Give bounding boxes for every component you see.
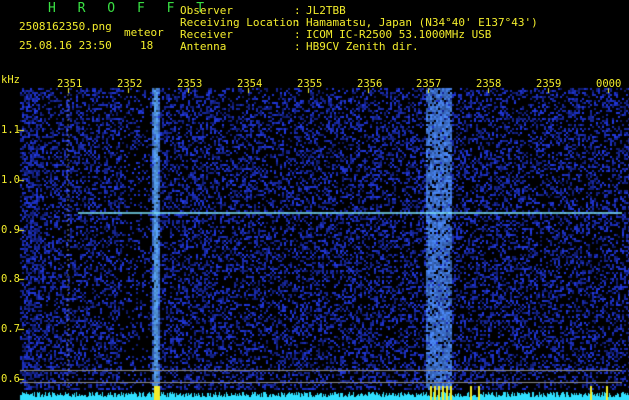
freq-tick: 1.1 <box>1 124 20 136</box>
image-filename: 2508162350.png <box>19 20 112 33</box>
antenna-sep: : <box>294 40 301 53</box>
time-tick: 2355 <box>297 78 323 90</box>
header-panel: H R O F F T 2508162350.png 25.08.16 23:5… <box>0 0 629 74</box>
freq-tick: 0.9 <box>1 224 20 236</box>
time-tick: 2353 <box>177 78 203 90</box>
time-tick: 2358 <box>476 78 502 90</box>
freq-tick: 0.6 <box>1 373 20 385</box>
time-tick: 2354 <box>237 78 263 90</box>
y-axis-unit: kHz <box>1 74 20 86</box>
freq-tick: 0.8 <box>1 273 20 285</box>
time-tick: 2351 <box>57 78 83 90</box>
spectrogram-plot: kHz 2351 2352 2353 2354 2355 2356 2357 2… <box>0 74 629 400</box>
antenna-label: Antenna <box>180 40 227 53</box>
antenna-value: HB9CV Zenith dir. <box>306 40 419 53</box>
meteor-label: meteor <box>124 26 164 39</box>
meteor-count: 18 <box>140 39 154 52</box>
freq-tick: 1.0 <box>1 174 20 186</box>
capture-datetime: 25.08.16 23:50 <box>19 39 112 52</box>
time-tick: 2352 <box>117 78 143 90</box>
time-tick: 2357 <box>416 78 442 90</box>
freq-tick: 0.7 <box>1 323 20 335</box>
time-tick: 0000 <box>596 78 622 90</box>
time-tick: 2359 <box>536 78 562 90</box>
spectrogram-canvas <box>0 74 629 400</box>
time-tick: 2356 <box>357 78 383 90</box>
